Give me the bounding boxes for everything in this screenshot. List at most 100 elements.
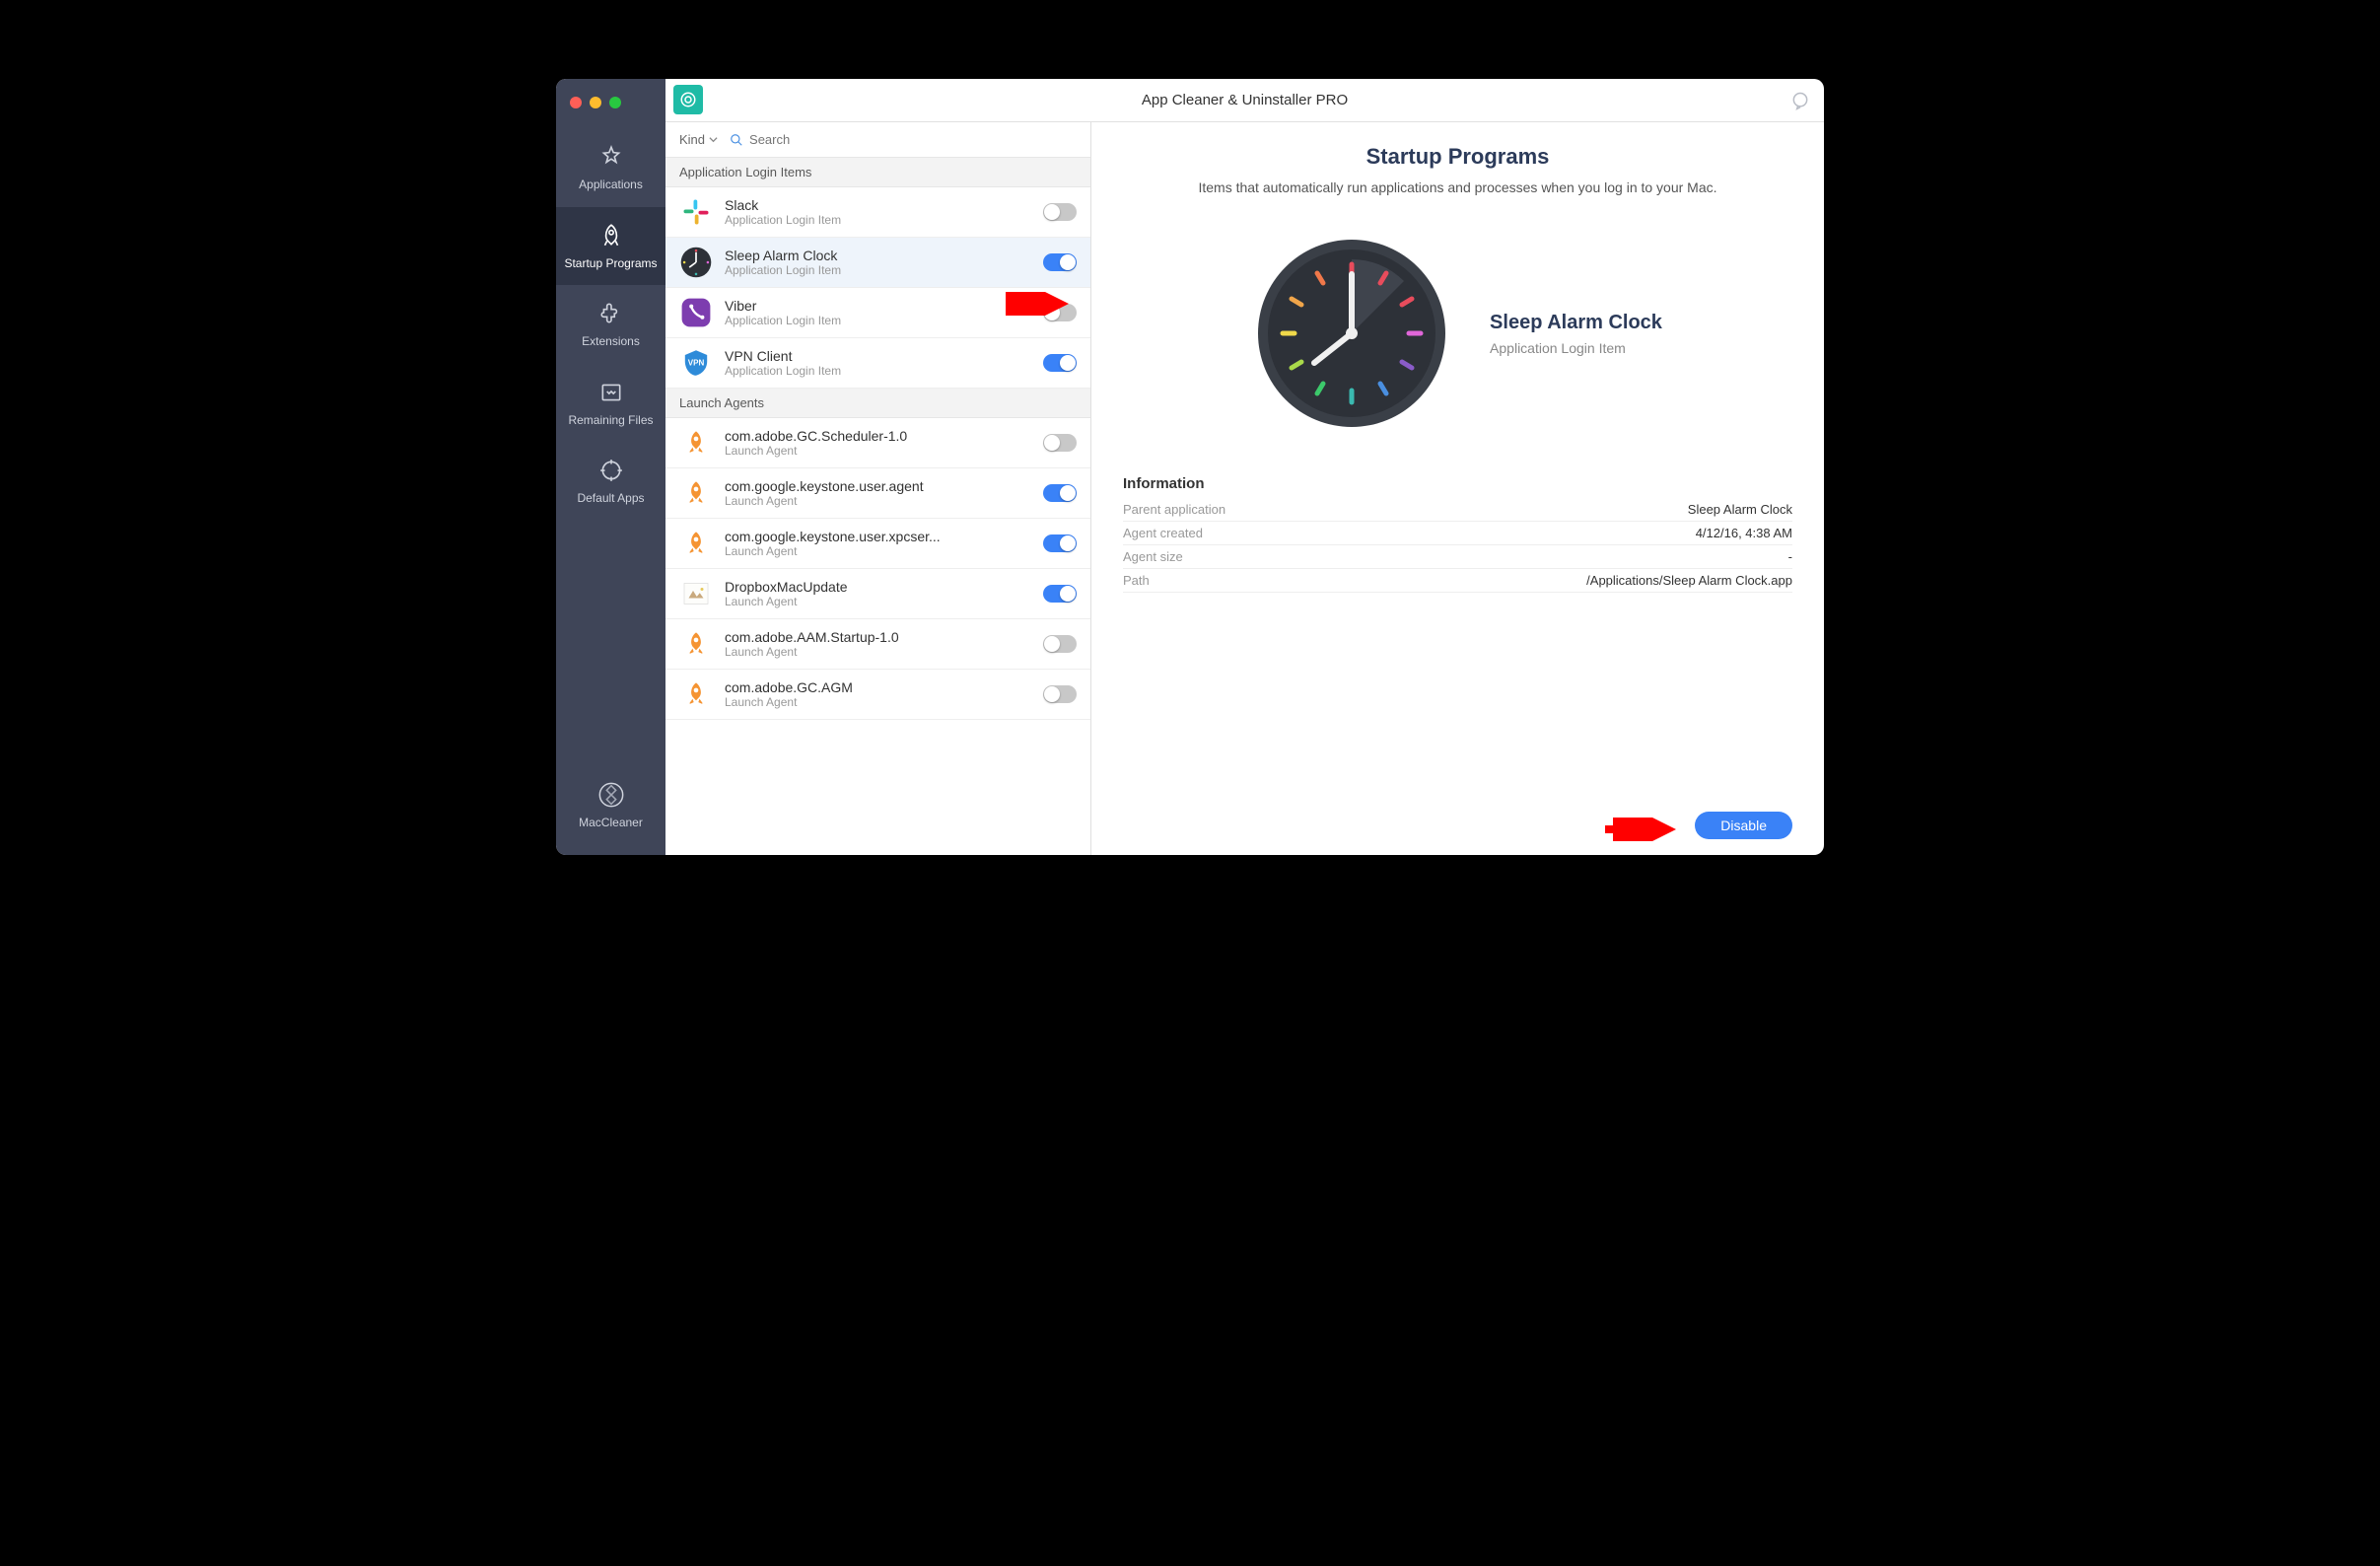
files-icon bbox=[596, 378, 626, 407]
row-name: com.adobe.GC.AGM bbox=[725, 679, 1043, 695]
row-labels: com.google.keystone.user.agentLaunch Age… bbox=[725, 478, 1043, 508]
enable-toggle[interactable] bbox=[1043, 434, 1077, 452]
applications-icon bbox=[596, 142, 626, 172]
sidebar-item-extensions[interactable]: Extensions bbox=[556, 285, 665, 364]
enable-toggle[interactable] bbox=[1043, 354, 1077, 372]
sidebar-item-default-apps[interactable]: Default Apps bbox=[556, 442, 665, 521]
kind-label: Kind bbox=[679, 132, 705, 147]
rocket-icon bbox=[679, 476, 713, 510]
row-name: DropboxMacUpdate bbox=[725, 579, 1043, 595]
maximize-button[interactable] bbox=[609, 97, 621, 108]
list-row[interactable]: ViberApplication Login Item bbox=[665, 288, 1090, 338]
row-sub: Launch Agent bbox=[725, 645, 1043, 659]
chevron-down-icon bbox=[709, 135, 718, 144]
list-row[interactable]: DropboxMacUpdateLaunch Agent bbox=[665, 569, 1090, 619]
titlebar: App Cleaner & Uninstaller PRO bbox=[665, 79, 1824, 122]
vpn-icon: VPN bbox=[679, 346, 713, 380]
list-row[interactable]: com.google.keystone.user.xpcser...Launch… bbox=[665, 519, 1090, 569]
puzzle-icon bbox=[596, 299, 626, 328]
kind-dropdown[interactable]: Kind bbox=[679, 132, 718, 147]
row-name: Slack bbox=[725, 197, 1043, 213]
list-row[interactable]: com.adobe.GC.AGMLaunch Agent bbox=[665, 670, 1090, 720]
target-icon bbox=[596, 456, 626, 485]
row-name: Sleep Alarm Clock bbox=[725, 248, 1043, 263]
sidebar-label: Default Apps bbox=[577, 491, 644, 507]
list-row[interactable]: Sleep Alarm ClockApplication Login Item bbox=[665, 238, 1090, 288]
row-name: com.adobe.GC.Scheduler-1.0 bbox=[725, 428, 1043, 444]
enable-toggle[interactable] bbox=[1043, 635, 1077, 653]
row-labels: Sleep Alarm ClockApplication Login Item bbox=[725, 248, 1043, 277]
row-sub: Launch Agent bbox=[725, 444, 1043, 458]
section-header-login-items: Application Login Items bbox=[665, 158, 1090, 187]
filter-bar: Kind bbox=[665, 122, 1090, 158]
row-labels: com.adobe.AAM.Startup-1.0Launch Agent bbox=[725, 629, 1043, 659]
rocket-icon bbox=[679, 426, 713, 460]
row-sub: Launch Agent bbox=[725, 695, 1043, 709]
list-row[interactable]: com.google.keystone.user.agentLaunch Age… bbox=[665, 468, 1090, 519]
search-field[interactable] bbox=[749, 132, 1077, 147]
row-labels: DropboxMacUpdateLaunch Agent bbox=[725, 579, 1043, 608]
row-name: com.google.keystone.user.xpcser... bbox=[725, 529, 1043, 544]
enable-toggle[interactable] bbox=[1043, 304, 1077, 321]
info-value: /Applications/Sleep Alarm Clock.app bbox=[1586, 573, 1792, 588]
row-sub: Application Login Item bbox=[725, 314, 1043, 327]
sidebar-item-remaining-files[interactable]: Remaining Files bbox=[556, 364, 665, 443]
detail-item-name: Sleep Alarm Clock bbox=[1490, 312, 1662, 334]
row-labels: com.adobe.GC.Scheduler-1.0Launch Agent bbox=[725, 428, 1043, 458]
disable-button[interactable]: Disable bbox=[1695, 812, 1792, 839]
row-sub: Application Login Item bbox=[725, 263, 1043, 277]
detail-title: Startup Programs bbox=[1123, 144, 1792, 170]
sidebar: Applications Startup Programs Extensions… bbox=[556, 79, 665, 855]
window-title: App Cleaner & Uninstaller PRO bbox=[1142, 92, 1348, 108]
window: Applications Startup Programs Extensions… bbox=[556, 79, 1824, 855]
row-labels: com.google.keystone.user.xpcser...Launch… bbox=[725, 529, 1043, 558]
row-sub: Launch Agent bbox=[725, 494, 1043, 508]
close-button[interactable] bbox=[570, 97, 582, 108]
sidebar-item-maccleaner[interactable]: MacCleaner bbox=[556, 766, 665, 845]
enable-toggle[interactable] bbox=[1043, 484, 1077, 502]
enable-toggle[interactable] bbox=[1043, 253, 1077, 271]
clock-icon-large bbox=[1253, 235, 1450, 432]
list-row[interactable]: com.adobe.AAM.Startup-1.0Launch Agent bbox=[665, 619, 1090, 670]
enable-toggle[interactable] bbox=[1043, 203, 1077, 221]
row-labels: ViberApplication Login Item bbox=[725, 298, 1043, 327]
maccleaner-icon bbox=[596, 780, 626, 810]
rocket-icon bbox=[679, 627, 713, 661]
list-panel: Kind Application Login Items SlackApplic… bbox=[665, 122, 1091, 855]
row-labels: com.adobe.GC.AGMLaunch Agent bbox=[725, 679, 1043, 709]
row-labels: VPN ClientApplication Login Item bbox=[725, 348, 1043, 378]
sidebar-label: Applications bbox=[579, 178, 643, 193]
header-badge-icon[interactable] bbox=[673, 85, 703, 114]
sidebar-item-applications[interactable]: Applications bbox=[556, 128, 665, 207]
sidebar-label: Extensions bbox=[582, 334, 640, 350]
info-section: Information Parent applicationSleep Alar… bbox=[1123, 475, 1792, 593]
info-row: Agent size- bbox=[1123, 545, 1792, 569]
detail-info: Sleep Alarm Clock Application Login Item bbox=[1490, 312, 1662, 356]
enable-toggle[interactable] bbox=[1043, 685, 1077, 703]
info-row: Agent created4/12/16, 4:38 AM bbox=[1123, 522, 1792, 545]
search-input[interactable] bbox=[730, 132, 1077, 147]
rocket-icon bbox=[679, 527, 713, 560]
list-row[interactable]: com.adobe.GC.Scheduler-1.0Launch Agent bbox=[665, 418, 1090, 468]
info-key: Parent application bbox=[1123, 502, 1225, 517]
row-name: com.adobe.AAM.Startup-1.0 bbox=[725, 629, 1043, 645]
list-row[interactable]: VPN VPN ClientApplication Login Item bbox=[665, 338, 1090, 389]
enable-toggle[interactable] bbox=[1043, 534, 1077, 552]
enable-toggle[interactable] bbox=[1043, 585, 1077, 603]
list-row[interactable]: SlackApplication Login Item bbox=[665, 187, 1090, 238]
minimize-button[interactable] bbox=[590, 97, 601, 108]
sidebar-label: MacCleaner bbox=[579, 816, 643, 831]
feedback-icon[interactable] bbox=[1790, 91, 1810, 110]
sidebar-items: Applications Startup Programs Extensions… bbox=[556, 128, 665, 521]
row-name: VPN Client bbox=[725, 348, 1043, 364]
rocket-icon bbox=[679, 677, 713, 711]
sidebar-item-startup-programs[interactable]: Startup Programs bbox=[556, 207, 665, 286]
info-row: Path/Applications/Sleep Alarm Clock.app bbox=[1123, 569, 1792, 593]
traffic-lights bbox=[570, 97, 621, 108]
main: App Cleaner & Uninstaller PRO Kind bbox=[665, 79, 1824, 855]
row-sub: Application Login Item bbox=[725, 213, 1043, 227]
row-name: Viber bbox=[725, 298, 1043, 314]
detail-panel: Startup Programs Items that automaticall… bbox=[1091, 122, 1824, 855]
info-heading: Information bbox=[1123, 475, 1792, 492]
sidebar-bottom: MacCleaner bbox=[556, 766, 665, 845]
